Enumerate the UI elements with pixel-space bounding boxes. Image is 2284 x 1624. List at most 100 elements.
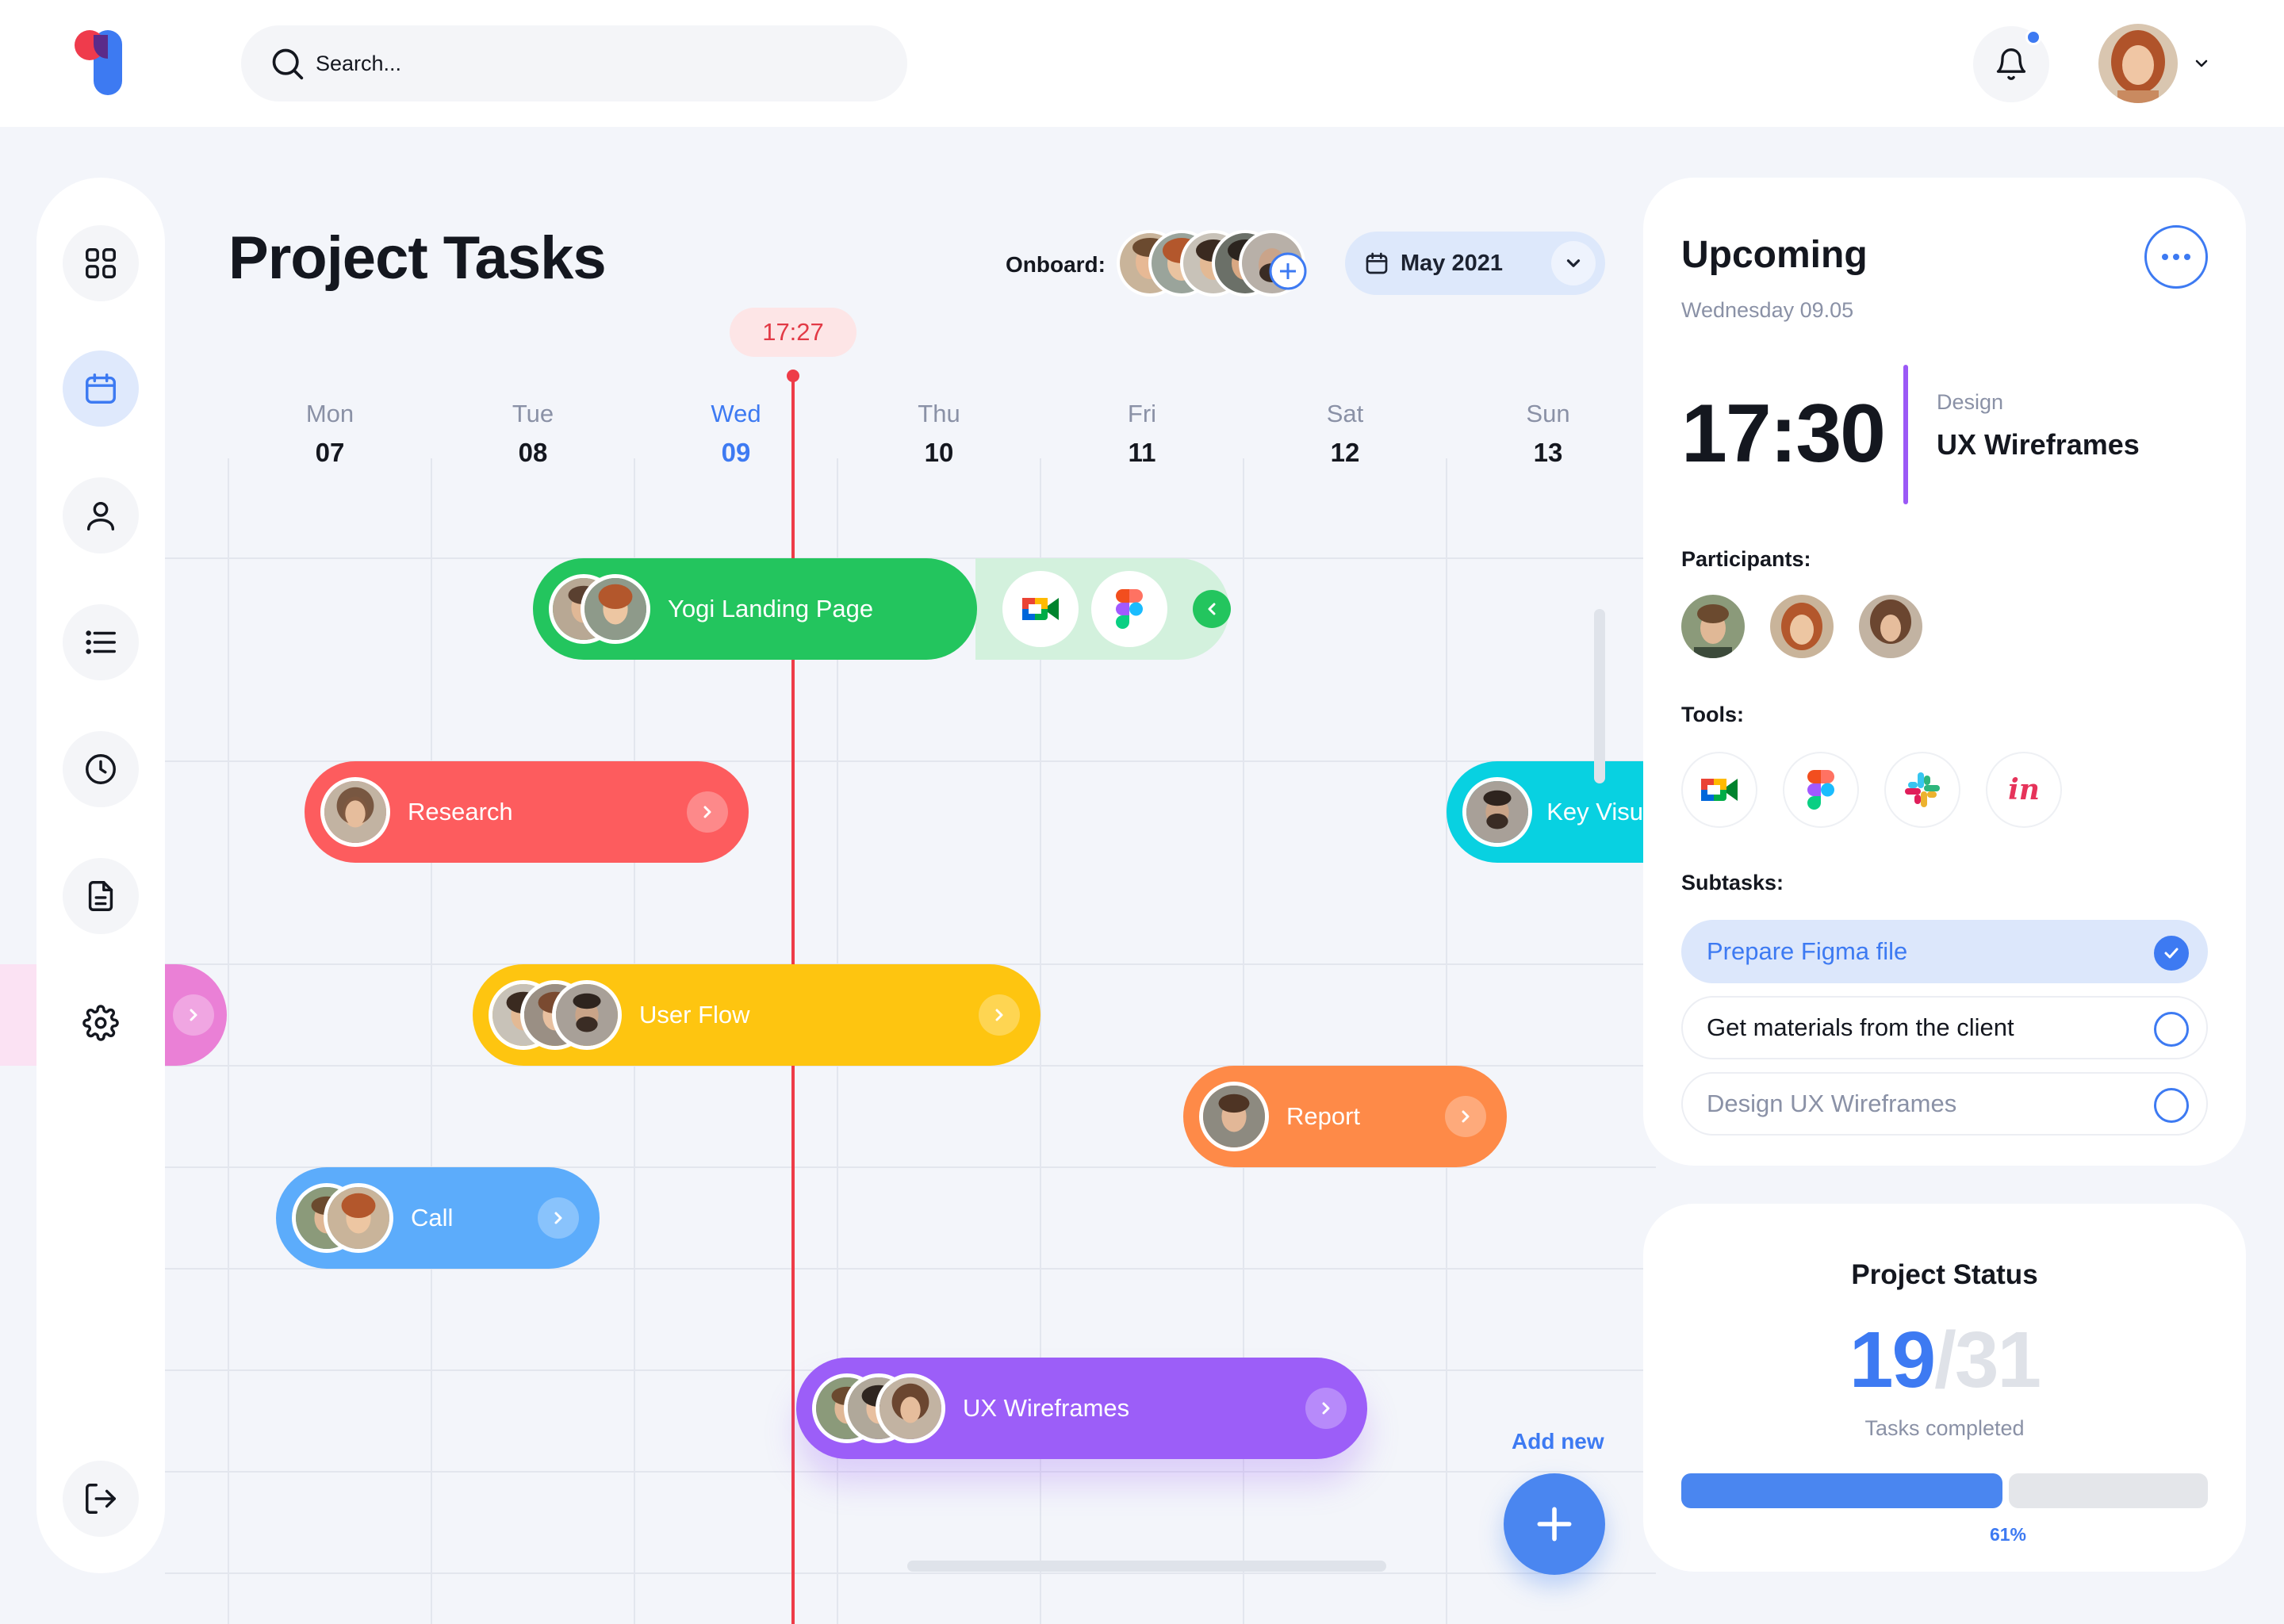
day-header-sun[interactable]: Sun 13 (1500, 400, 1596, 468)
current-time-badge: 17:27 (730, 308, 856, 357)
add-member-icon (1269, 252, 1307, 290)
day-header-sat[interactable]: Sat 12 (1297, 400, 1393, 468)
subtask-label: Prepare Figma file (1707, 937, 1908, 965)
event-category: Design (1937, 390, 2004, 414)
task-open-button[interactable] (173, 994, 214, 1036)
upcoming-title: Upcoming (1681, 234, 1868, 276)
subtask-label: Get materials from the client (1707, 1013, 2014, 1041)
subtask-item[interactable]: Prepare Figma file (1681, 920, 2208, 983)
participant-avatar[interactable] (1859, 595, 1922, 658)
add-new-button[interactable] (1504, 1473, 1605, 1575)
invision-icon[interactable]: in (1986, 752, 2062, 828)
subtask-checkbox[interactable] (2154, 936, 2189, 971)
day-header-mon[interactable]: Mon 07 (282, 400, 377, 468)
onboard-label: Onboard: (1006, 252, 1106, 277)
task-open-button[interactable] (687, 791, 728, 833)
subtasks-label: Subtasks: (1681, 871, 1784, 894)
month-label: May 2021 (1401, 250, 1503, 276)
task-research[interactable]: Research (305, 761, 749, 863)
top-bar (0, 0, 2284, 127)
chevron-right-icon (703, 806, 711, 818)
nav-dashboard[interactable] (63, 225, 139, 301)
grid-line (228, 458, 229, 1624)
tasks-completed-count: 19 (1849, 1316, 1936, 1404)
task-label: UX Wireframes (963, 1394, 1130, 1422)
progress-bar-remaining (2009, 1473, 2208, 1508)
nav-settings[interactable] (63, 985, 139, 1061)
figma-icon[interactable] (1091, 571, 1167, 647)
task-open-button[interactable] (1445, 1096, 1486, 1137)
nav-profile[interactable] (63, 477, 139, 553)
nav-documents[interactable] (63, 858, 139, 934)
onboard-avatars[interactable] (1117, 230, 1307, 297)
task-label: User Flow (639, 1001, 750, 1028)
task-label: Key Visu (1546, 798, 1643, 825)
calendar-icon (86, 373, 116, 404)
task-key-visual[interactable]: Key Visu (1447, 761, 1643, 863)
chevron-down-icon[interactable] (2190, 54, 2213, 73)
figma-icon[interactable] (1783, 752, 1859, 828)
task-user-flow[interactable]: User Flow (473, 964, 1040, 1066)
chevron-right-icon (554, 1212, 562, 1224)
nav-calendar[interactable] (63, 350, 139, 427)
tools-label: Tools: (1681, 703, 1744, 726)
month-select[interactable]: May 2021 (1345, 232, 1605, 295)
collapse-tools-button[interactable] (1193, 590, 1231, 628)
vertical-scrollbar[interactable] (1594, 609, 1605, 783)
day-header-wed[interactable]: Wed 09 (688, 400, 784, 468)
task-open-button[interactable] (979, 994, 1020, 1036)
month-dropdown-button[interactable] (1551, 241, 1596, 285)
logout-icon (86, 1484, 116, 1514)
plus-icon (1537, 1507, 1572, 1542)
task-open-button[interactable] (1305, 1388, 1347, 1429)
nav-list[interactable] (63, 604, 139, 680)
grid-icon (86, 248, 116, 278)
day-header-fri[interactable]: Fri 11 (1094, 400, 1190, 468)
notifications-button[interactable] (1973, 26, 2049, 102)
nav-logout[interactable] (63, 1461, 139, 1537)
search-icon (272, 48, 304, 80)
horizontal-scrollbar[interactable] (907, 1561, 1386, 1572)
avatar (1462, 777, 1532, 847)
user-icon (86, 501, 115, 530)
add-new-label[interactable]: Add new (1512, 1429, 1604, 1454)
subtask-label: Design UX Wireframes (1707, 1090, 1957, 1117)
current-time-dot (787, 370, 799, 382)
slack-icon[interactable] (1884, 752, 1960, 828)
upcoming-date: Wednesday 09.05 (1681, 298, 1854, 322)
task-call[interactable]: Call (276, 1167, 600, 1269)
participant-avatar[interactable] (1770, 595, 1834, 658)
task-yogi-landing-page[interactable]: Yogi Landing Page (533, 558, 977, 660)
chevron-right-icon (1322, 1402, 1330, 1415)
tasks-completed-label: Tasks completed (1864, 1416, 2025, 1440)
subtask-checkbox[interactable] (2154, 1012, 2189, 1047)
subtask-checkbox[interactable] (2154, 1088, 2189, 1123)
task-report[interactable]: Report (1183, 1066, 1507, 1167)
search-input[interactable] (316, 51, 791, 76)
participant-avatar[interactable] (1681, 595, 1745, 658)
more-options-button[interactable] (2144, 225, 2208, 289)
document-icon (88, 881, 113, 911)
google-meet-icon[interactable] (1681, 752, 1757, 828)
user-avatar[interactable] (2098, 24, 2178, 103)
day-header-thu[interactable]: Thu 10 (891, 400, 987, 468)
notification-dot (2025, 29, 2041, 45)
task-ux-wireframes[interactable]: UX Wireframes (796, 1358, 1367, 1459)
check-icon (2164, 948, 2179, 959)
page-title: Project Tasks (228, 224, 607, 292)
app-logo[interactable] (75, 30, 125, 97)
search-bar[interactable] (241, 25, 907, 102)
subtask-item[interactable]: Design UX Wireframes (1681, 1072, 2208, 1136)
grid-line (165, 1572, 1656, 1574)
nav-history[interactable] (63, 731, 139, 807)
participants-label: Participants: (1681, 547, 1811, 571)
grid-line (1446, 458, 1447, 1624)
google-meet-icon[interactable] (1002, 571, 1079, 647)
task-offscreen[interactable] (165, 964, 227, 1066)
list-icon (86, 630, 116, 654)
day-header-tue[interactable]: Tue 08 (485, 400, 581, 468)
chevron-left-icon (1208, 603, 1216, 615)
avatar (876, 1373, 945, 1443)
subtask-item[interactable]: Get materials from the client (1681, 996, 2208, 1059)
task-open-button[interactable] (538, 1197, 579, 1239)
